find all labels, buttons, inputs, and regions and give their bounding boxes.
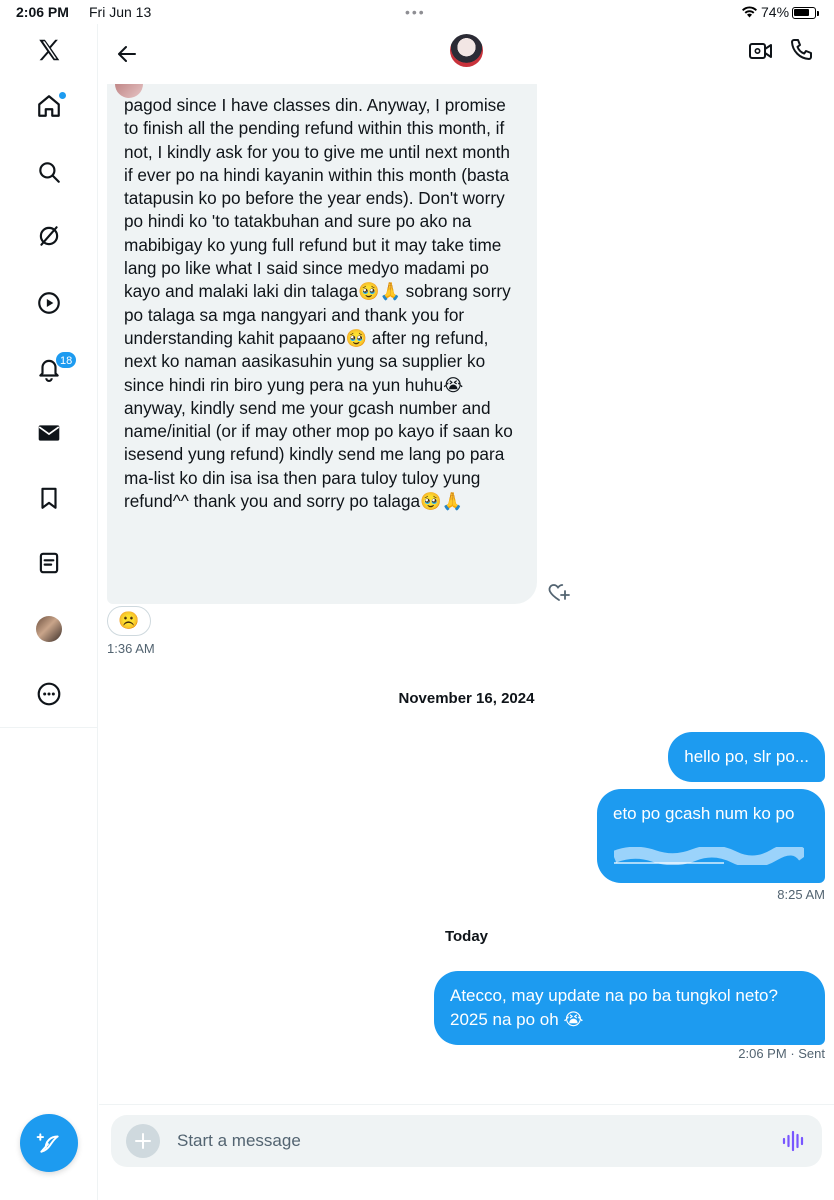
outgoing-timestamp: 2:06 PM [738,1046,787,1061]
nav-more[interactable] [27,672,71,716]
voice-message-icon[interactable] [781,1129,807,1153]
more-icon [37,682,61,706]
contact-avatar[interactable] [450,34,483,67]
conversation-header [99,24,834,84]
x-logo-icon[interactable] [27,28,71,72]
status-time: 2:06 PM [16,4,69,20]
compose-icon [36,1133,59,1153]
nav-video[interactable] [27,281,71,325]
outgoing-message-text: eto po gcash num ko po [613,804,795,823]
bookmarks-icon [41,487,57,509]
home-unread-dot [59,92,66,99]
redacted-scribble [614,847,804,865]
grok-icon [39,226,59,246]
outgoing-message-bubble[interactable]: eto po gcash num ko po [597,789,825,883]
notifications-badge: 18 [55,351,78,369]
nav-lists[interactable] [27,541,71,585]
incoming-message-text: pagod since I have classes din. Anyway, … [124,95,513,512]
reaction-emoji: ☹️ [118,611,140,630]
home-icon [38,95,60,117]
sidebar-nav: 18 [0,24,98,1200]
nav-messages[interactable] [27,411,71,455]
multitasking-dots[interactable]: ••• [405,4,426,20]
outgoing-message-text: hello po, slr po... [684,747,809,766]
lists-icon [39,552,59,574]
nav-divider [0,727,98,728]
outgoing-timestamp: 8:25 AM [777,887,825,902]
back-arrow-icon [118,46,136,62]
add-attachment-button[interactable] [126,1124,160,1158]
compose-post-button[interactable] [20,1114,78,1172]
search-icon [39,162,60,183]
video-call-icon[interactable] [748,38,774,64]
incoming-timestamp: 1:36 AM [107,641,155,656]
battery-icon [792,7,816,19]
outgoing-message-bubble[interactable]: hello po, slr po... [668,732,825,782]
message-composer [99,1104,834,1200]
nav-bookmarks[interactable] [27,476,71,520]
profile-avatar [36,616,62,642]
wifi-icon [742,6,757,18]
nav-notifications[interactable]: 18 [27,347,78,391]
battery-tip [817,11,819,16]
phone-icon[interactable] [788,37,814,63]
back-button[interactable] [109,36,145,72]
messages-icon [38,425,60,441]
status-date: Fri Jun 13 [89,4,152,20]
reaction-pill[interactable]: ☹️ [107,606,151,636]
incoming-message-bubble[interactable]: pagod since I have classes din. Anyway, … [107,84,537,604]
message-input[interactable] [177,1123,757,1159]
status-bar: 2:06 PM Fri Jun 13 ••• 74% [0,0,834,24]
outgoing-message-bubble[interactable]: Atecco, may update na po ba tungkol neto… [434,971,825,1045]
composer-box [111,1115,822,1167]
conversation-thread[interactable]: pagod since I have classes din. Anyway, … [99,84,834,1104]
outgoing-message-text: Atecco, may update na po ba tungkol neto… [450,986,778,1029]
nav-search[interactable] [27,150,71,194]
add-reaction-icon[interactable] [547,580,571,604]
plus-icon [135,1133,151,1149]
nav-profile[interactable] [27,607,71,651]
delivery-status: · Sent [790,1046,825,1061]
date-separator: Today [444,928,489,945]
video-icon [38,292,60,314]
nav-grok[interactable] [27,214,71,258]
date-separator: November 16, 2024 [398,690,535,707]
outgoing-timestamp-status: 2:06 PM · Sent [738,1046,825,1061]
nav-home[interactable] [27,84,71,128]
battery-percentage: 74% [761,4,790,20]
